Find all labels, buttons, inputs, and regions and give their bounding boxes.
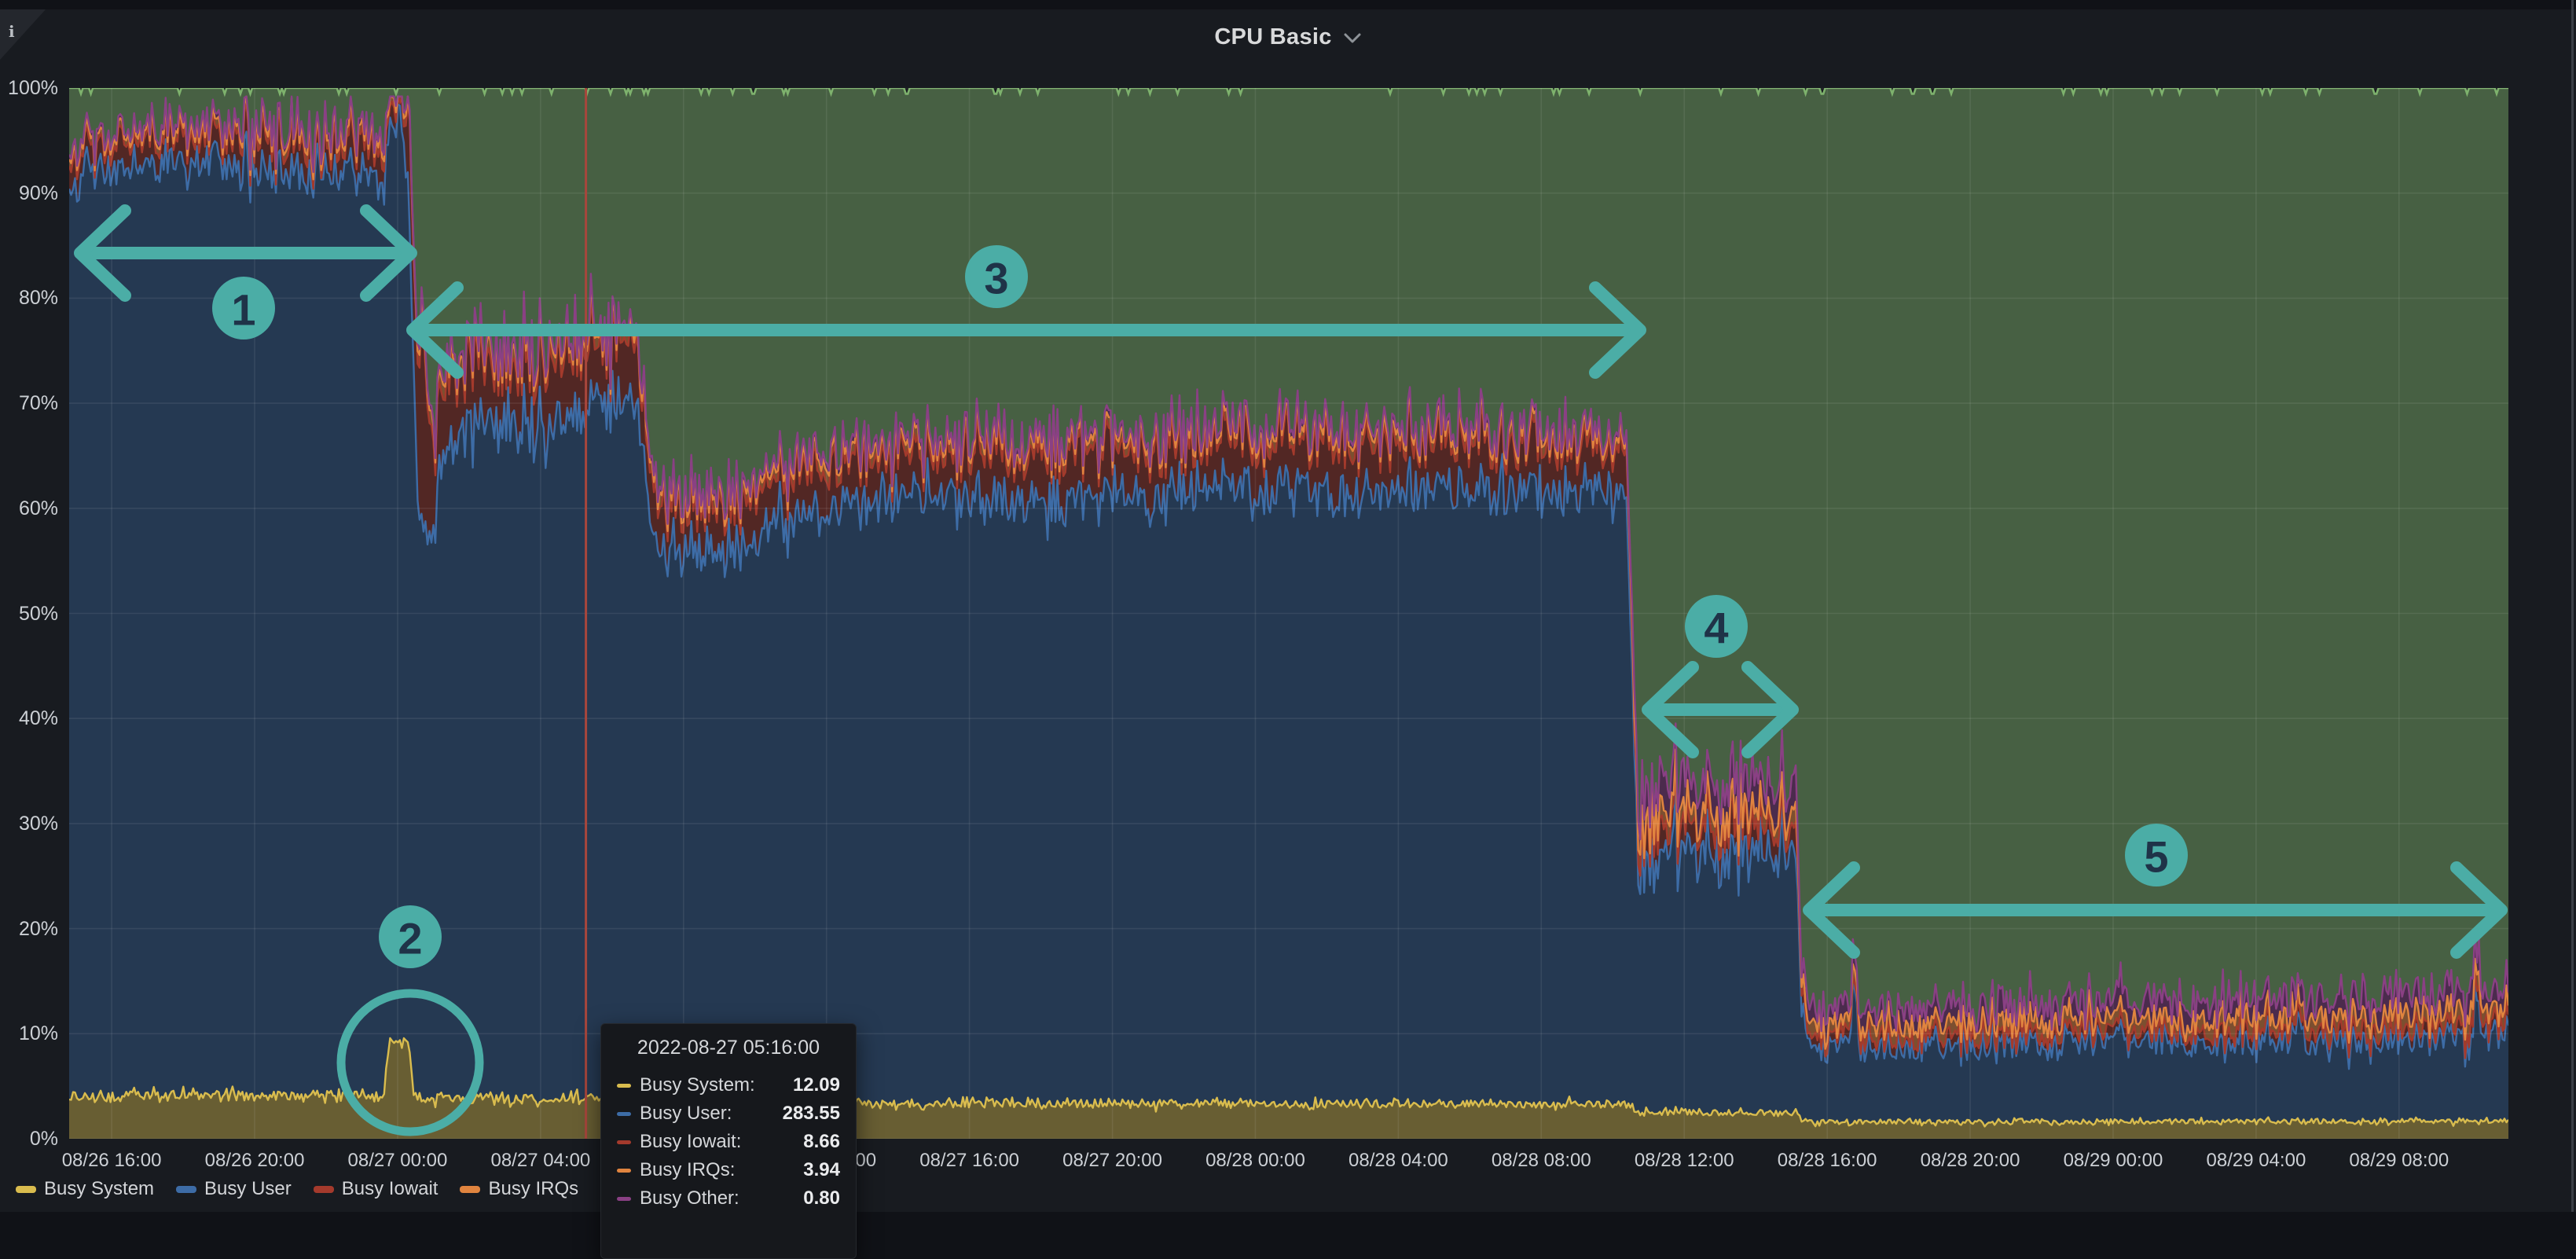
x-axis-label: 08/27 16:00 (919, 1150, 1019, 1172)
y-axis-label: 70% (0, 392, 58, 414)
tooltip-series-dash (617, 1197, 631, 1201)
tooltip-series-value: 283.55 (783, 1103, 840, 1125)
y-axis-label: 90% (0, 182, 58, 204)
x-axis-label: 08/28 16:00 (1778, 1150, 1877, 1172)
x-axis-label: 08/26 16:00 (62, 1150, 162, 1172)
panel-header[interactable]: CPU Basic (0, 9, 2576, 64)
info-icon: i (9, 22, 15, 41)
x-axis-label: 08/28 04:00 (1349, 1150, 1448, 1172)
x-axis-label: 08/27 20:00 (1062, 1150, 1162, 1172)
tooltip-series-value: 0.80 (803, 1187, 840, 1209)
tooltip-series-label: Busy Iowait: (640, 1131, 741, 1153)
tooltip-timestamp: 2022-08-27 05:16:00 (617, 1037, 840, 1059)
x-axis-label: 08/28 12:00 (1635, 1150, 1734, 1172)
legend-item-busy-user[interactable]: Busy User (176, 1178, 292, 1200)
panel-info-corner[interactable]: i (0, 9, 47, 65)
legend-swatch (460, 1186, 480, 1193)
legend-label: Busy IRQs (488, 1178, 578, 1200)
x-axis-label: 08/28 08:00 (1492, 1150, 1591, 1172)
tooltip-row: Busy Iowait: 8.66 (617, 1128, 840, 1156)
tooltip-series-dash (617, 1084, 631, 1088)
legend-swatch (314, 1186, 334, 1193)
y-axis-label: 50% (0, 603, 58, 625)
y-axis-label: 20% (0, 918, 58, 940)
chart-area[interactable] (69, 88, 2508, 1139)
y-axis-label: 10% (0, 1022, 58, 1044)
tooltip-series-dash (617, 1140, 631, 1144)
x-axis-label: 08/29 04:00 (2207, 1150, 2306, 1172)
tooltip-series-label: Busy System: (640, 1074, 755, 1096)
tooltip-row: Busy Other: 0.80 (617, 1184, 840, 1213)
y-axis-label: 30% (0, 813, 58, 835)
tooltip-series-value: 3.94 (803, 1159, 840, 1181)
y-axis-label: 60% (0, 497, 58, 519)
legend-item-busy-system[interactable]: Busy System (16, 1178, 154, 1200)
tooltip: 2022-08-27 05:16:00 Busy System:12.09Bus… (600, 1023, 857, 1259)
legend-item-busy-iowait[interactable]: Busy Iowait (314, 1178, 439, 1200)
tooltip-series-dash (617, 1112, 631, 1116)
y-axis-label: 40% (0, 707, 58, 729)
tooltip-row: Busy IRQs: 3.94 (617, 1156, 840, 1184)
legend-item-busy-irqs[interactable]: Busy IRQs (460, 1178, 578, 1200)
tooltip-rows: Busy System: 12.09 Busy User: 283.55 Busy Io… (617, 1071, 840, 1213)
legend-label: Busy Iowait (342, 1178, 439, 1200)
tooltip-series-value: 12.09 (793, 1074, 840, 1096)
y-axis-label: 0% (0, 1128, 58, 1150)
legend-label: Busy System (44, 1178, 154, 1200)
y-axis-label: 80% (0, 287, 58, 309)
panel-title[interactable]: CPU Basic (1214, 24, 1331, 50)
x-axis-label: 08/27 04:00 (490, 1150, 590, 1172)
chevron-down-icon (1343, 32, 1362, 45)
x-axis-label: 08/28 00:00 (1205, 1150, 1305, 1172)
tooltip-series-label: Busy IRQs: (640, 1159, 735, 1181)
tooltip-series-value: 8.66 (803, 1131, 840, 1153)
tooltip-series-label: Busy Other: (640, 1187, 739, 1209)
x-axis-label: 08/29 00:00 (2064, 1150, 2163, 1172)
legend-swatch (176, 1186, 196, 1193)
y-axis-label: 100% (0, 77, 58, 99)
x-axis-label: 08/27 00:00 (348, 1150, 448, 1172)
x-axis-label: 08/28 20:00 (1921, 1150, 2020, 1172)
tooltip-row: Busy System: 12.09 (617, 1071, 840, 1099)
x-axis-label: 08/26 20:00 (205, 1150, 305, 1172)
info-corner-triangle (0, 9, 47, 61)
tooltip-series-dash (617, 1169, 631, 1173)
legend-swatch (16, 1186, 36, 1193)
legend-label: Busy User (204, 1178, 292, 1200)
tooltip-row: Busy User: 283.55 (617, 1099, 840, 1128)
x-axis-label: 08/29 08:00 (2349, 1150, 2449, 1172)
tooltip-series-label: Busy User: (640, 1103, 732, 1125)
scrollbar[interactable] (2571, 0, 2574, 1212)
